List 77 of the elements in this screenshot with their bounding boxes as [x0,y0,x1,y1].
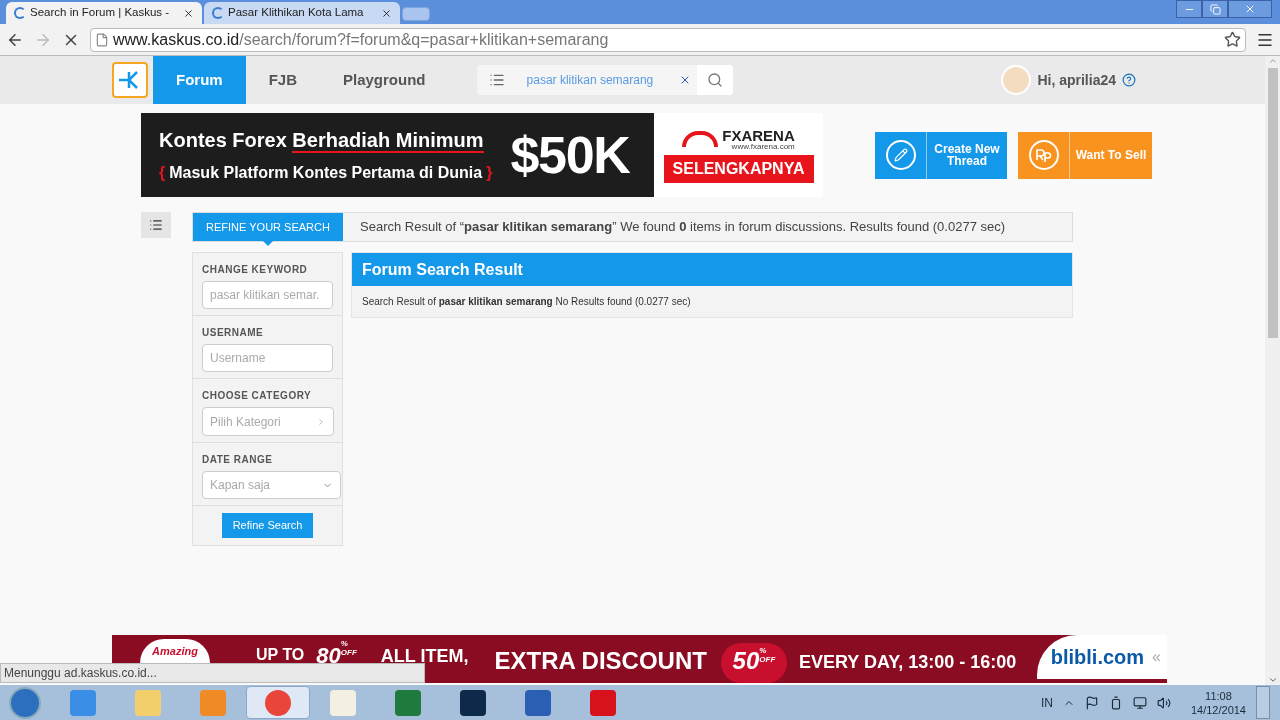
ad-brand: FXARENA [722,127,795,143]
status-tooltip: Menunggu ad.kaskus.co.id... [0,663,425,683]
nav-tab[interactable]: FJB [245,56,320,104]
tab-title: Search in Forum | Kaskus - [30,5,171,21]
ad-badge: Amazing [140,639,210,663]
restore-icon [1209,3,1221,15]
start-button[interactable] [9,686,41,719]
ad-text: UP TO [256,645,305,665]
ad-headline: Kontes Forex Berhadiah Minimum [159,128,485,155]
pencil-icon [885,140,916,170]
ad-text: EVERY DAY, 13:00 - 16:00 [798,651,1017,674]
restore-button[interactable] [1202,0,1228,18]
ad-cta: SELENGKAPNYA [663,154,814,183]
sidebar-toggle-button[interactable] [141,212,171,238]
page-icon [95,32,109,47]
address-bar[interactable]: www.kaskus.co.id/search/forum?f=forum&q=pasar+klitikan+semarang [90,27,1246,52]
ad-off: % OFF [759,646,776,664]
search-icon [706,72,723,88]
close-icon [1244,3,1256,15]
input-field[interactable]: Username [202,344,333,372]
brace-text: { [159,163,166,183]
close-icon[interactable] [381,7,392,19]
clock[interactable]: 11:08 14/12/2014 [1190,688,1246,717]
result-header: Forum Search Result [352,253,1072,286]
refine-search-button[interactable]: Refine Search [221,513,314,538]
browser-tab[interactable]: Pasar Klithikan Kota Lama [204,2,400,24]
chevron-right-icon [316,416,326,427]
new-tab-button[interactable] [402,7,430,21]
field-label: CHOOSE CATEGORY [202,389,313,403]
field-label: DATE RANGE [202,453,274,467]
language-indicator[interactable]: IN [1040,693,1053,712]
ad-text: EXTRA DISCOUNT [494,646,707,676]
search-value: pasar klitikan semarang [526,72,655,89]
nav-tab[interactable]: Playground [320,56,449,104]
close-button[interactable] [1228,0,1272,18]
action-button[interactable]: Create New Thread [875,131,1007,179]
loading-icon [14,7,26,19]
nav-tab[interactable]: Forum [153,56,246,104]
scroll-up-icon[interactable] [1267,56,1278,66]
speaker-icon[interactable] [1156,695,1171,710]
result-text: Search Result of pasar klitikan semarang No Results found (0.0277 sec) [361,295,692,309]
ad-banner[interactable]: Kontes Forex Berhadiah Minimum { Masuk Platform Kontes Pertama di Dunia } $50K FXARENA www.fxarena.com SELENGKAPNYA [141,113,823,197]
bookmark-star-icon[interactable] [1224,31,1241,48]
ad-brand: blibli.com [1050,645,1145,670]
close-icon[interactable] [183,7,194,19]
ad-amount: $50K [510,125,630,186]
show-desktop-button[interactable] [1256,686,1270,719]
user-greeting[interactable]: Hi, aprilia24 [1037,69,1116,91]
action-label: Create New Thread [933,143,1001,167]
loading-icon [212,7,224,19]
refine-tab[interactable]: REFINE YOUR SEARCH [193,213,343,241]
flag-icon[interactable] [1084,695,1099,710]
ad-percent: 50 [732,646,760,676]
field-label: CHANGE KEYWORD [202,263,309,277]
summary-text: Search Result of “pasar klitikan semarang” We found 0 items in forum discussions. Results found (0.0277 sec) [360,218,1006,237]
help-icon[interactable] [1122,73,1136,87]
minimize-button[interactable] [1176,0,1202,18]
list-icon[interactable] [488,72,505,88]
ad-off: % OFF [340,639,357,657]
tab-title: Pasar Klithikan Kota Lama [228,5,365,21]
browser-tab[interactable]: Search in Forum | Kaskus - [6,2,202,24]
brand-logo-icon [682,131,719,147]
url-text: www.kaskus.co.id/search/forum?f=forum&q=pasar+klitikan+semarang [113,29,610,50]
scrollbar[interactable] [1265,56,1280,685]
ad-brand-url: www.fxarena.com [730,142,795,151]
scroll-down-icon[interactable] [1267,675,1278,685]
input-field[interactable]: pasar klitikan semar. [202,281,333,309]
search-button[interactable] [696,65,733,95]
tab-pointer-icon [263,241,273,246]
list-icon [149,218,163,232]
site-logo[interactable] [112,62,148,98]
rupiah-icon [1028,140,1059,170]
brace-text: } [486,163,493,183]
action-label: Want To Sell [1074,149,1148,161]
ad-subline: Masuk Platform Kontes Pertama di Dunia [169,163,483,183]
network-icon[interactable] [1132,695,1147,710]
field-label: USERNAME [202,326,265,340]
